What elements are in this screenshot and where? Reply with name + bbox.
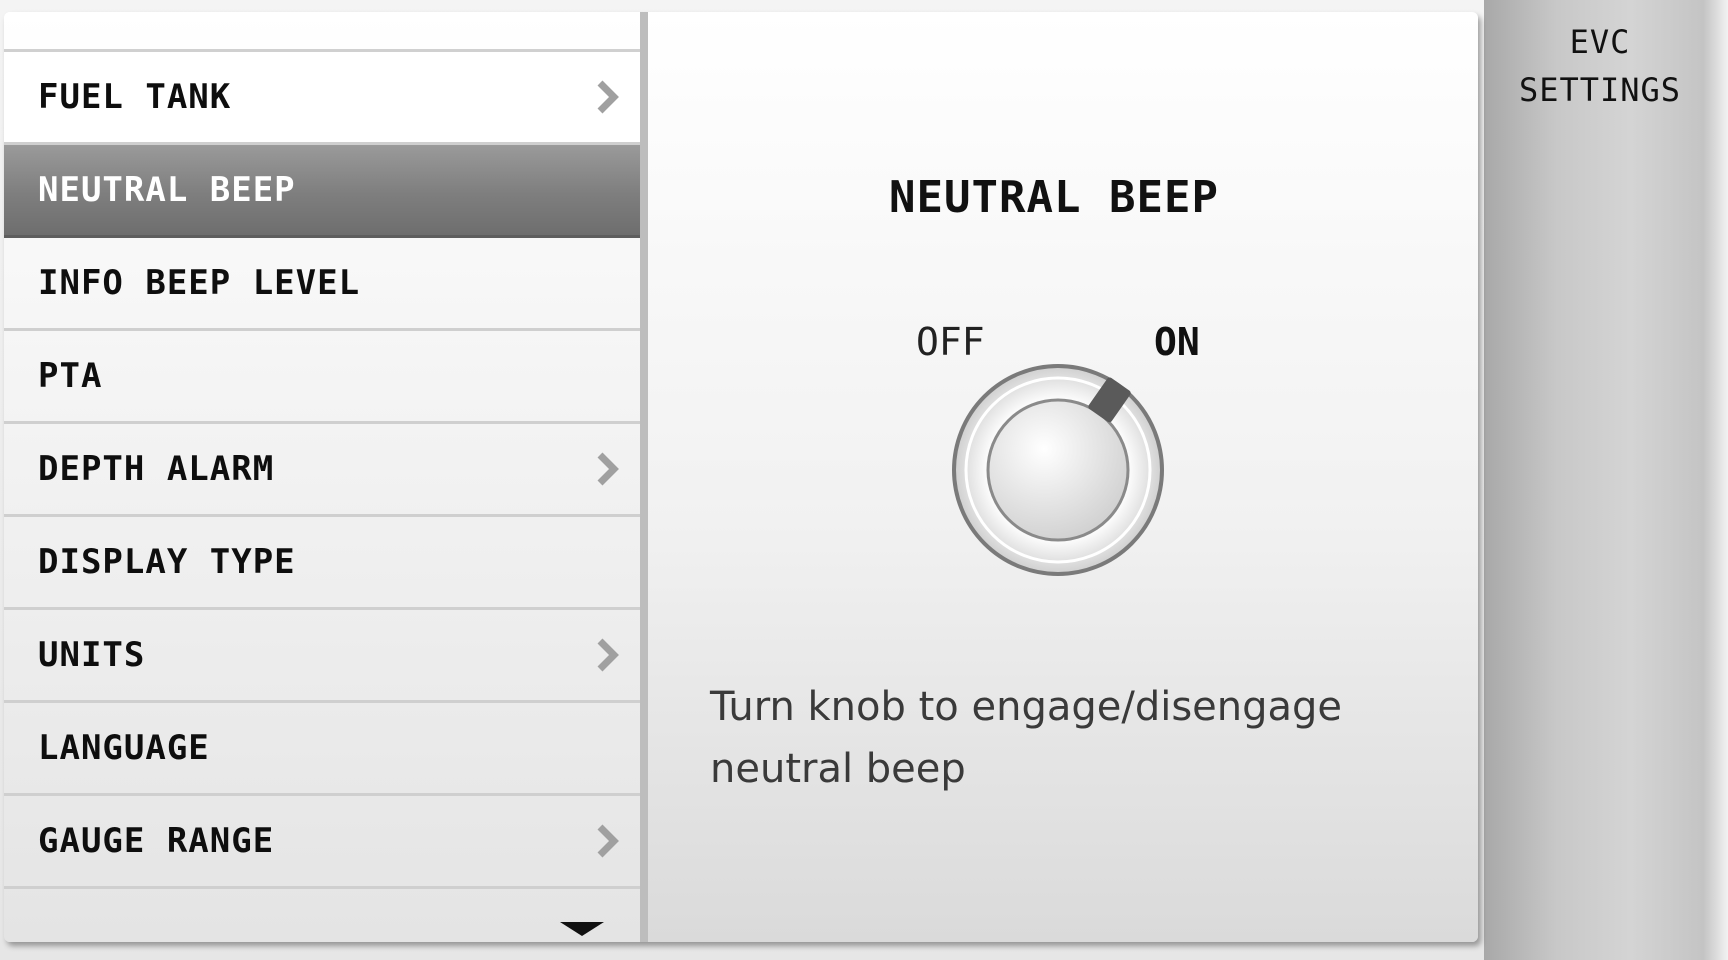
menu-item-label: UNITS [38, 635, 146, 675]
menu-item-label: GAUGE RANGE [38, 821, 275, 861]
chevron-right-icon [597, 452, 619, 486]
knob-on-label: ON [1154, 320, 1200, 364]
menu-item-fuel-tank[interactable]: FUEL TANK [4, 52, 640, 145]
menu-item-label: DEPTH ALARM [38, 449, 275, 489]
menu-item-language[interactable]: LANGUAGE [4, 703, 640, 796]
detail-title: NEUTRAL BEEP [889, 172, 1219, 223]
menu-item-label: PTA [38, 356, 103, 396]
page-title: EVC SETTINGS [1518, 23, 1682, 109]
menu-item-label: FUEL TANK [38, 77, 232, 117]
menu-item-label: DISPLAY TYPE [38, 542, 296, 582]
knob-off-label: OFF [916, 320, 985, 364]
chevron-right-icon [597, 638, 619, 672]
chevron-right-icon [597, 80, 619, 114]
rotary-knob-icon[interactable] [948, 360, 1168, 580]
settings-menu: FUEL TANK NEUTRAL BEEP INFO BEEP LEVEL PTA D… [4, 12, 648, 942]
menu-item-neutral-beep[interactable]: NEUTRAL BEEP [4, 145, 640, 238]
menu-item-display-type[interactable]: DISPLAY TYPE [4, 517, 640, 610]
menu-item-label: LANGUAGE [38, 728, 210, 768]
menu-item-pta[interactable]: PTA [4, 331, 640, 424]
settings-panel: FUEL TANK NEUTRAL BEEP INFO BEEP LEVEL PTA D… [4, 12, 1478, 942]
menu-item-gauge-range[interactable]: GAUGE RANGE [4, 796, 640, 889]
menu-item-depth-alarm[interactable]: DEPTH ALARM [4, 424, 640, 517]
chevron-right-icon [597, 824, 619, 858]
screen: EVC SETTINGS FUEL TANK NEUTRAL BEEP INFO B… [0, 0, 1728, 960]
menu-top-spacer [4, 12, 640, 52]
menu-item-label: NEUTRAL BEEP [38, 170, 296, 210]
detail-description: Turn knob to engage/disengage neutral be… [710, 684, 1343, 792]
side-strip [1484, 0, 1728, 960]
menu-item-label: INFO BEEP LEVEL [38, 263, 361, 303]
menu-item-units[interactable]: UNITS [4, 610, 640, 703]
menu-item-info-beep-level[interactable]: INFO BEEP LEVEL [4, 238, 640, 331]
chevron-down-icon[interactable] [560, 922, 604, 936]
